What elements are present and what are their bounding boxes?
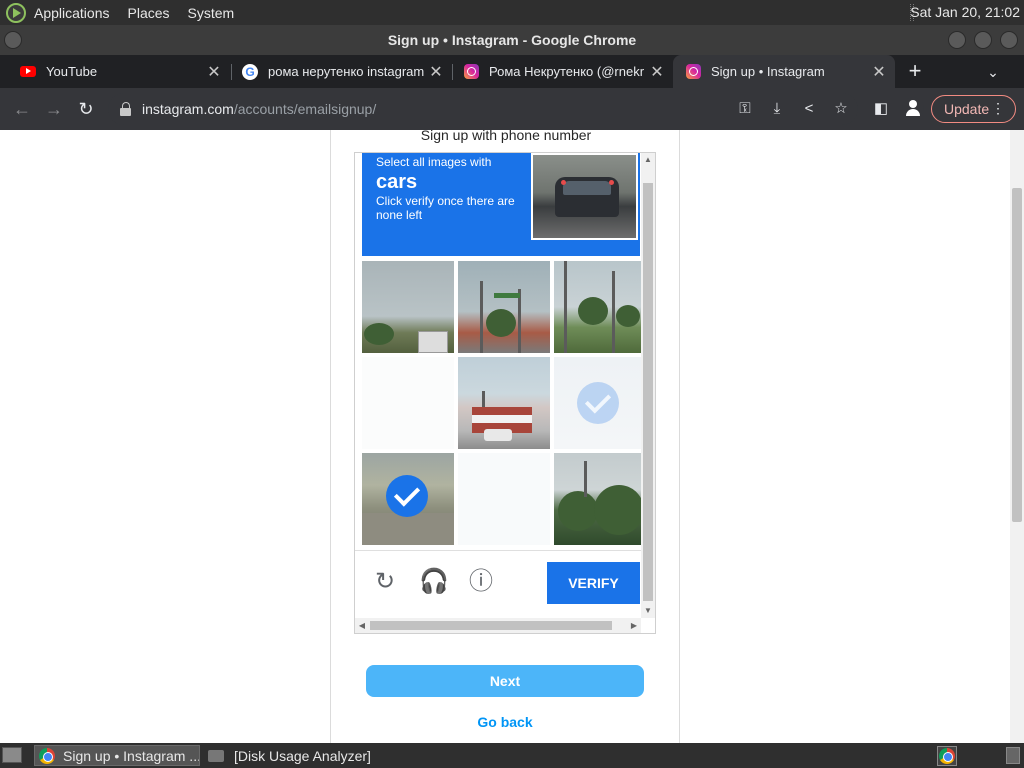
tab-instagram-signup[interactable]: Sign up • Instagram ✕ <box>673 55 895 88</box>
back-button[interactable]: ← <box>10 97 34 121</box>
youtube-icon <box>20 64 36 80</box>
tab-title: Sign up • Instagram <box>711 64 825 79</box>
url-path: /accounts/emailsignup/ <box>233 101 377 117</box>
applications-menu[interactable]: Applications <box>34 5 110 21</box>
lock-icon[interactable] <box>120 102 132 116</box>
page-content: Sign up with phone number Select all ima… <box>0 130 1024 743</box>
maximize-button[interactable] <box>974 31 992 49</box>
panel-clock[interactable]: Sat Jan 20, 21:02 <box>910 4 1020 20</box>
captcha-tile-8[interactable] <box>458 453 550 545</box>
side-panel-icon[interactable]: ◧ <box>870 98 892 120</box>
tab-google-search[interactable]: G рома нерутенко instagram ✕ <box>230 55 452 88</box>
info-icon[interactable]: ⓘ <box>467 568 495 596</box>
signup-phone-heading: Sign up with phone number <box>420 130 592 143</box>
show-desktop-icon[interactable] <box>2 747 22 763</box>
taskbar-item-label: [Disk Usage Analyzer] <box>234 747 371 764</box>
forward-button[interactable]: → <box>42 97 66 121</box>
captcha-horizontal-scrollbar[interactable]: ◀ ▶ <box>355 618 641 633</box>
captcha-tile-7[interactable] <box>362 453 454 545</box>
scroll-down-arrow-icon[interactable]: ▼ <box>641 604 655 618</box>
scrollbar-thumb[interactable] <box>370 621 612 630</box>
selected-check-icon <box>386 475 428 517</box>
scroll-right-arrow-icon[interactable]: ▶ <box>627 618 641 633</box>
tab-title: рома нерутенко instagram <box>268 64 425 79</box>
page-vertical-scrollbar[interactable] <box>1010 130 1024 743</box>
close-window-button[interactable] <box>1000 31 1018 49</box>
verify-button[interactable]: VERIFY <box>547 562 640 604</box>
tab-instagram-profile[interactable]: Рома Некрутенко (@rnekr ✕ <box>451 55 673 88</box>
update-button[interactable]: Update ⋮ <box>931 95 1016 123</box>
captcha-tile-9[interactable] <box>554 453 646 545</box>
captcha-divider <box>355 550 641 551</box>
places-menu[interactable]: Places <box>128 5 170 21</box>
scroll-left-arrow-icon[interactable]: ◀ <box>355 618 369 633</box>
captcha-sample-image <box>531 153 638 240</box>
browser-toolbar: ← → ↻ instagram.com/accounts/emailsignup… <box>0 88 1024 130</box>
share-icon[interactable]: < <box>798 98 820 120</box>
captcha-tile-4[interactable] <box>362 357 454 449</box>
taskbar-item-chrome[interactable]: Sign up • Instagram ... <box>34 745 200 766</box>
captcha-instruction-line3: Click verify once there are none left <box>376 194 515 222</box>
more-menu-icon[interactable]: ⋮ <box>991 100 1005 117</box>
tab-strip: YouTube ✕ G рома нерутенко instagram ✕ Р… <box>0 55 1024 88</box>
close-tab-icon[interactable]: ✕ <box>871 62 887 82</box>
page-scrollbar-thumb[interactable] <box>1012 188 1022 522</box>
instagram-icon <box>685 64 701 80</box>
tab-title: YouTube <box>46 64 98 79</box>
selected-check-icon <box>577 382 619 424</box>
audio-challenge-headphones-icon[interactable]: 🎧 <box>419 568 449 596</box>
key-icon[interactable]: ⚿ <box>734 98 756 120</box>
scroll-up-arrow-icon[interactable]: ▲ <box>641 153 655 167</box>
captcha-instruction-line1: Select all images with <box>376 155 492 169</box>
update-label: Update <box>944 101 990 117</box>
tray-chrome-icon[interactable] <box>937 746 957 766</box>
url-host: instagram.com <box>142 101 234 117</box>
captcha-tile-1[interactable] <box>362 261 454 353</box>
close-tab-icon[interactable]: ✕ <box>206 62 222 82</box>
reload-button[interactable]: ↻ <box>74 97 98 121</box>
google-icon: G <box>242 63 258 80</box>
captcha-instructions: Select all images with cars Click verify… <box>362 153 640 256</box>
captcha-target: cars <box>376 171 418 193</box>
tray-handle <box>1006 747 1020 764</box>
close-tab-icon[interactable]: ✕ <box>649 62 665 82</box>
taskbar-item-label: Sign up • Instagram ... <box>63 747 200 764</box>
profile-avatar-icon[interactable] <box>902 97 924 119</box>
reload-challenge-icon[interactable]: ↻ <box>371 568 399 596</box>
captcha-tile-5[interactable] <box>458 357 550 449</box>
bookmark-star-icon[interactable]: ☆ <box>830 98 852 120</box>
next-button[interactable]: Next <box>366 665 644 697</box>
captcha-tile-6[interactable] <box>554 357 646 449</box>
chrome-icon <box>39 747 55 764</box>
scrollbar-thumb[interactable] <box>643 183 653 601</box>
go-back-link[interactable]: Go back <box>366 714 644 730</box>
minimize-button[interactable] <box>948 31 966 49</box>
window-title: Sign up • Instagram - Google Chrome <box>387 32 637 48</box>
window-menu-button[interactable] <box>4 31 22 49</box>
tab-youtube[interactable]: YouTube ✕ <box>8 55 230 88</box>
tab-title: Рома Некрутенко (@rnekr <box>489 64 645 79</box>
disk-usage-icon <box>208 749 224 762</box>
captcha-tile-2[interactable] <box>458 261 550 353</box>
captcha-tile-3[interactable] <box>554 261 646 353</box>
new-tab-button[interactable]: + <box>903 60 927 84</box>
bottom-taskbar: Sign up • Instagram ... [Disk Usage Anal… <box>0 743 1024 768</box>
captcha-vertical-scrollbar[interactable]: ▲ ▼ <box>641 153 655 618</box>
captcha-frame: Select all images with cars Click verify… <box>354 152 656 634</box>
system-menu[interactable]: System <box>188 5 235 21</box>
window-titlebar: Sign up • Instagram - Google Chrome <box>0 25 1024 55</box>
taskbar-item-disk-usage[interactable]: [Disk Usage Analyzer] <box>204 745 374 766</box>
install-app-icon[interactable]: ⤓ <box>766 98 788 120</box>
close-tab-icon[interactable]: ✕ <box>428 62 444 82</box>
tab-search-chevron-icon[interactable]: ⌄ <box>982 61 1004 83</box>
gnome-logo-icon[interactable] <box>6 2 26 23</box>
instagram-icon <box>463 64 479 80</box>
top-panel: Applications Places System Sat Jan 20, 2… <box>0 0 1024 25</box>
